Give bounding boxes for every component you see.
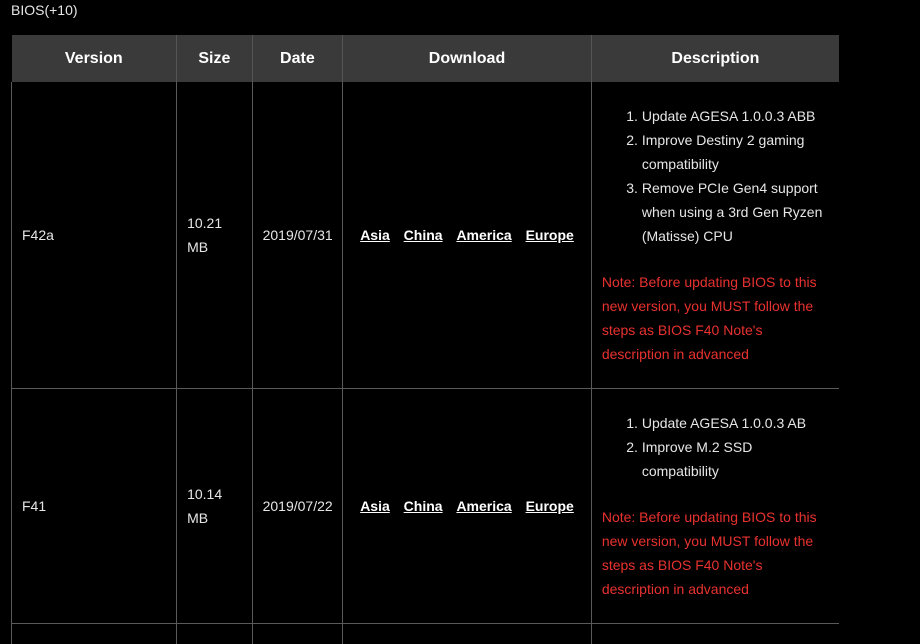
header-date: Date (252, 35, 343, 82)
table-row (12, 624, 840, 644)
description-cell: Update AGESA 1.0.0.3 AB Improve M.2 SSD … (591, 389, 839, 624)
size-unit: MB (187, 235, 242, 259)
download-cell (343, 624, 592, 644)
description-item: Improve Destiny 2 gaming compatibility (642, 128, 829, 176)
download-link-europe[interactable]: Europe (526, 227, 574, 243)
description-item: Remove PCIe Gen4 support when using a 3r… (642, 176, 829, 248)
header-download: Download (343, 35, 592, 82)
date-cell: 2019/07/22 (252, 389, 343, 624)
size-cell (177, 624, 253, 644)
description-list: Update AGESA 1.0.0.3 ABB Improve Destiny… (602, 104, 829, 248)
header-description: Description (591, 35, 839, 82)
description-item: Improve M.2 SSD compatibility (642, 435, 829, 483)
bios-table: Version Size Date Download Description F… (11, 35, 839, 644)
download-link-asia[interactable]: Asia (360, 498, 390, 514)
version-cell: F41 (12, 389, 177, 624)
warning-note: Note: Before updating BIOS to this new v… (602, 505, 829, 601)
size-cell: 10.21 MB (177, 82, 253, 389)
date-cell (252, 624, 343, 644)
size-unit: MB (187, 506, 242, 530)
download-link-china[interactable]: China (404, 498, 443, 514)
header-version: Version (12, 35, 177, 82)
date-cell: 2019/07/31 (252, 82, 343, 389)
download-link-europe[interactable]: Europe (526, 498, 574, 514)
download-link-america[interactable]: America (456, 498, 511, 514)
download-cell: Asia China America Europe (343, 389, 592, 624)
download-link-china[interactable]: China (404, 227, 443, 243)
version-cell (12, 624, 177, 644)
size-cell: 10.14 MB (177, 389, 253, 624)
size-value: 10.14 (187, 482, 242, 506)
download-link-asia[interactable]: Asia (360, 227, 390, 243)
download-cell: Asia China America Europe (343, 82, 592, 389)
description-list: Update AGESA 1.0.0.3 AB Improve M.2 SSD … (602, 411, 829, 483)
warning-note: Note: Before updating BIOS to this new v… (602, 270, 829, 366)
description-cell (591, 624, 839, 644)
download-link-america[interactable]: America (456, 227, 511, 243)
size-value: 10.21 (187, 211, 242, 235)
table-row: F42a 10.21 MB 2019/07/31 Asia China Amer… (12, 82, 840, 389)
description-item: Update AGESA 1.0.0.3 ABB (642, 104, 829, 128)
description-item: Update AGESA 1.0.0.3 AB (642, 411, 829, 435)
description-cell: Update AGESA 1.0.0.3 ABB Improve Destiny… (591, 82, 839, 389)
version-cell: F42a (12, 82, 177, 389)
table-row: F41 10.14 MB 2019/07/22 Asia China Ameri… (12, 389, 840, 624)
header-size: Size (177, 35, 253, 82)
table-header-row: Version Size Date Download Description (12, 35, 840, 82)
section-title: BIOS(+10) (11, 2, 78, 18)
